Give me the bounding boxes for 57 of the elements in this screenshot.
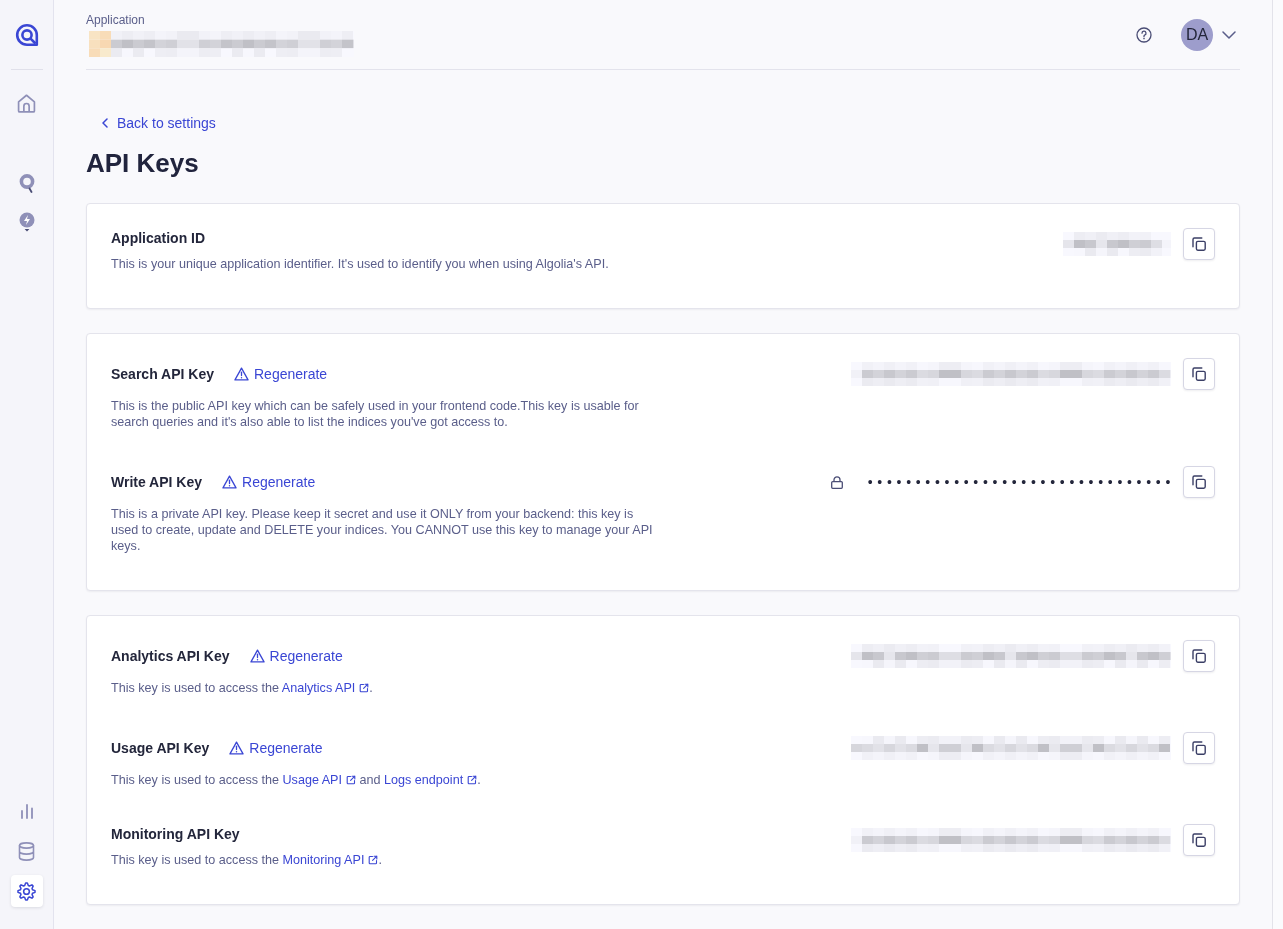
docs-link[interactable]: Analytics API — [281, 681, 370, 695]
user-avatar[interactable]: DA — [1181, 19, 1213, 51]
sidebar-item[interactable] — [10, 875, 43, 907]
copy-button[interactable] — [1183, 640, 1215, 672]
key-description: This key is used to access the Monitoring API . — [111, 852, 383, 868]
copy-button[interactable] — [1183, 228, 1215, 260]
help-icon[interactable] — [1136, 27, 1152, 43]
chevron-left-icon — [102, 118, 108, 128]
external-link-icon — [346, 775, 356, 785]
key-description: This key is used to access the Usage API and Logs endpoint . — [111, 772, 482, 788]
settings-icon — [17, 881, 36, 901]
warning-icon — [249, 649, 265, 663]
key-title: Analytics API Key — [111, 647, 230, 666]
masked-key: •••••••••••••••••••••••••••••••• — [867, 474, 1175, 490]
lock-icon — [830, 475, 843, 489]
key-title: Application ID — [111, 229, 206, 248]
regenerate-link[interactable]: Regenerate — [234, 358, 328, 390]
copy-button[interactable] — [1183, 824, 1215, 856]
warning-icon — [229, 741, 245, 755]
docs-link[interactable]: Logs endpoint — [384, 773, 478, 787]
page-title: API Keys — [86, 147, 200, 179]
key-title: Write API Key — [111, 473, 203, 492]
docs-link[interactable]: Usage API — [282, 773, 356, 787]
back-link[interactable]: Back to settings — [102, 114, 216, 132]
warning-icon — [222, 475, 238, 489]
regenerate-link[interactable]: Regenerate — [249, 640, 343, 672]
key-title: Monitoring API Key — [111, 825, 240, 844]
copy-button[interactable] — [1183, 466, 1215, 498]
chevron-down-icon[interactable] — [1222, 31, 1236, 39]
copy-button[interactable] — [1183, 732, 1215, 764]
copy-icon — [1192, 649, 1206, 663]
external-link-icon — [359, 683, 370, 693]
copy-icon — [1192, 237, 1206, 251]
key-description: This is a private API key. Please keep it secret and use it ONLY from your backend: this key is used to create, update and DELETE your indices. You CANNOT use this key to manage your API keys. — [111, 506, 654, 554]
copy-icon — [1192, 367, 1206, 381]
lightning-icon — [18, 212, 35, 232]
external-link-icon — [467, 775, 478, 785]
key-description: This is your unique application identifier. It's used to identify you when using Algolia's API. — [111, 256, 610, 272]
copy-icon — [1192, 833, 1206, 847]
regenerate-link[interactable]: Regenerate — [229, 732, 323, 764]
application-label: Application — [86, 13, 146, 27]
external-link-icon — [368, 855, 379, 865]
copy-icon — [1192, 741, 1206, 755]
bar-chart-icon — [19, 803, 34, 819]
key-description: This key is used to access the Analytics API . — [111, 680, 374, 696]
regenerate-link[interactable]: Regenerate — [222, 466, 316, 498]
key-description: This is the public API key which can be safely used in your frontend code.This key is usable for search queries and it's also able to list the indices you've got access to. — [111, 398, 640, 430]
key-title: Search API Key — [111, 365, 214, 384]
copy-button[interactable] — [1183, 358, 1215, 390]
app-logo[interactable] — [14, 22, 39, 47]
docs-link[interactable]: Monitoring API — [282, 853, 379, 867]
home-icon — [17, 93, 36, 113]
database-icon — [18, 841, 35, 861]
warning-icon — [234, 367, 249, 381]
copy-icon — [1192, 475, 1206, 489]
search-icon — [18, 173, 35, 193]
key-title: Usage API Key — [111, 739, 210, 758]
